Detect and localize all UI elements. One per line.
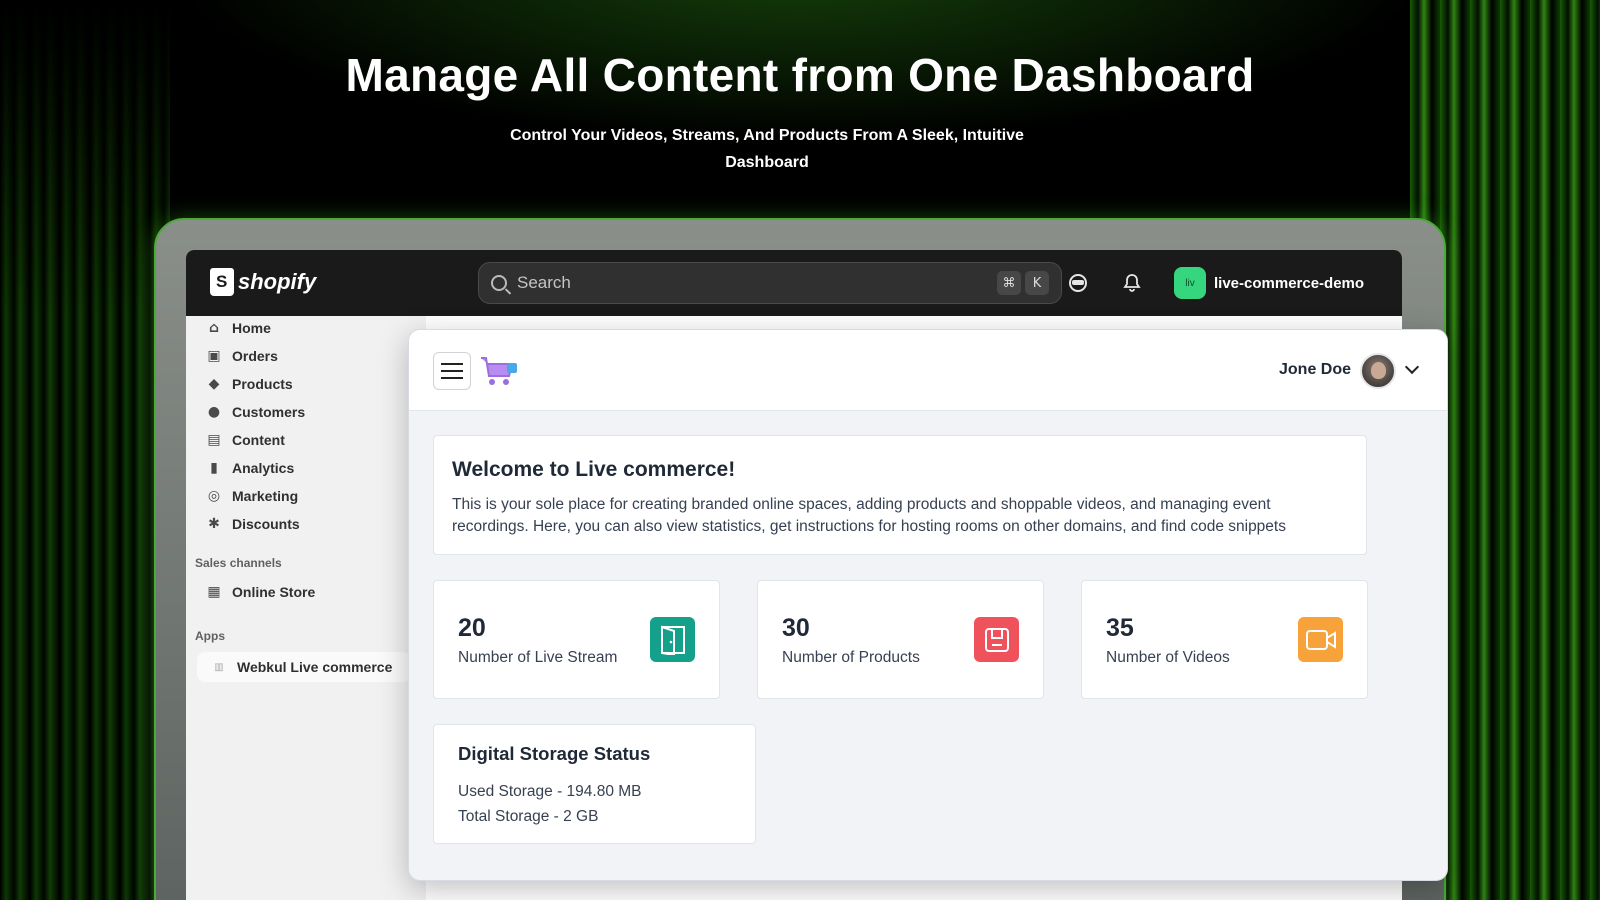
sales-channels-label: Sales channels xyxy=(195,556,282,570)
home-icon: ⌂ xyxy=(208,320,220,336)
welcome-text: This is your sole place for creating bra… xyxy=(452,496,1286,535)
nav-home[interactable]: ⌂ Home xyxy=(206,320,271,336)
sidekick-icon[interactable] xyxy=(1066,271,1090,295)
total-storage: Total Storage - 2 GB xyxy=(458,808,599,825)
stat-label: Number of Live Stream xyxy=(458,649,618,666)
cmd-key-icon: ⌘ xyxy=(997,271,1021,295)
nav-content[interactable]: ▤ Content xyxy=(206,432,285,448)
user-name[interactable]: Jone Doe xyxy=(1279,361,1351,379)
stat-value: 30 xyxy=(782,614,810,642)
storage-card: Digital Storage Status Used Storage - 19… xyxy=(433,724,756,844)
box-icon xyxy=(974,617,1019,662)
nav-marketing[interactable]: ◎ Marketing xyxy=(206,488,298,504)
nav-discounts[interactable]: ✱ Discounts xyxy=(206,516,300,532)
search-input[interactable] xyxy=(517,273,993,293)
top-bar: shopify ⌘ K liv live-commerce-demo xyxy=(186,250,1402,316)
bell-icon[interactable] xyxy=(1120,271,1144,295)
stat-label: Number of Videos xyxy=(1106,649,1230,666)
tag-icon: ◆ xyxy=(208,376,220,392)
search-bar[interactable]: ⌘ K xyxy=(478,262,1062,304)
stat-value: 35 xyxy=(1106,614,1134,642)
nav-customers[interactable]: ● Customers xyxy=(206,404,305,420)
stat-value: 20 xyxy=(458,614,486,642)
store-name: live-commerce-demo xyxy=(1214,274,1365,292)
hamburger-icon xyxy=(441,363,463,365)
used-storage: Used Storage - 194.80 MB xyxy=(458,783,642,800)
nav-products[interactable]: ◆ Products xyxy=(206,376,293,392)
stat-card-products: 30 Number of Products xyxy=(757,580,1044,699)
storage-title: Digital Storage Status xyxy=(458,743,651,764)
stat-card-live-stream: 20 Number of Live Stream xyxy=(433,580,720,699)
stat-card-videos: 35 Number of Videos xyxy=(1081,580,1368,699)
k-key: K xyxy=(1025,271,1049,295)
search-icon xyxy=(491,275,507,291)
door-icon xyxy=(650,617,695,662)
store-avatar: liv xyxy=(1174,267,1206,299)
inbox-icon: ▣ xyxy=(207,348,221,364)
live-commerce-logo-icon xyxy=(481,357,517,385)
decorative-stripes-left xyxy=(0,0,170,900)
target-icon: ◎ xyxy=(207,488,221,504)
hero-subtitle: Control Your Videos, Streams, And Produc… xyxy=(510,127,1024,171)
nav-orders[interactable]: ▣ Orders xyxy=(206,348,278,364)
nav-webkul-live-commerce[interactable]: ▥ Webkul Live commerce xyxy=(197,652,411,682)
nav-online-store[interactable]: ▦ Online Store xyxy=(206,584,315,600)
store-icon: ▦ xyxy=(207,584,221,600)
content-icon: ▤ xyxy=(207,432,221,448)
person-icon: ● xyxy=(207,404,221,420)
menu-toggle-button[interactable] xyxy=(433,352,471,390)
shopify-logo[interactable]: shopify xyxy=(210,268,316,296)
chevron-down-icon[interactable] xyxy=(1404,359,1420,375)
sidebar: ⌂ Home ▣ Orders ◆ Products ● Customers ▤… xyxy=(186,316,426,900)
shopify-bag-icon xyxy=(210,268,234,296)
nav-analytics[interactable]: ▮ Analytics xyxy=(206,460,294,476)
shopify-brand-text: shopify xyxy=(238,269,317,294)
app-icon: ▥ xyxy=(214,661,224,673)
live-commerce-app: Jone Doe Welcome to Live commerce! This … xyxy=(408,329,1448,881)
welcome-card: Welcome to Live commerce! This is your s… xyxy=(433,435,1367,555)
discount-icon: ✱ xyxy=(208,516,220,532)
apps-label: Apps xyxy=(195,629,225,643)
stat-label: Number of Products xyxy=(782,649,920,666)
hero-title: Manage All Content from One Dashboard xyxy=(345,49,1255,101)
app-header: Jone Doe xyxy=(409,330,1447,411)
bar-chart-icon: ▮ xyxy=(210,460,218,476)
video-camera-icon xyxy=(1298,617,1343,662)
avatar[interactable] xyxy=(1360,353,1396,389)
store-menu[interactable]: liv live-commerce-demo xyxy=(1174,267,1364,299)
welcome-title: Welcome to Live commerce! xyxy=(452,458,736,481)
